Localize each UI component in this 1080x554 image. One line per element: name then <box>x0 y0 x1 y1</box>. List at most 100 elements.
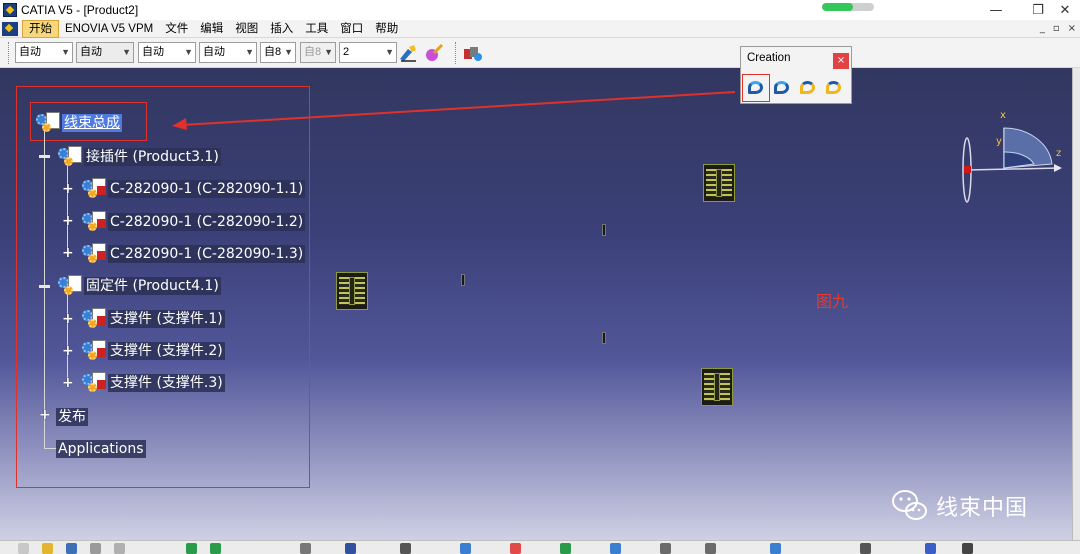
minimize-button[interactable]: — <box>976 0 1016 20</box>
menu-insert[interactable]: 插入 <box>264 20 299 38</box>
annotation-arrow <box>172 91 736 130</box>
right-toolbar-strip <box>1072 68 1080 540</box>
line-type-combo[interactable]: 自动 ▼ <box>199 42 257 63</box>
expand-support-1-icon[interactable] <box>62 314 73 325</box>
tree-node-support-3-label[interactable]: 支撑件 (支撑件.3) <box>108 374 225 392</box>
tree-node-connector-3[interactable]: C-282090-1 (C-282090-1.3) <box>82 243 306 265</box>
connector-part-2[interactable] <box>703 164 735 202</box>
bottom-toolbar <box>0 540 1080 554</box>
menu-enovia[interactable]: ENOVIA V5 VPM <box>59 20 159 38</box>
support-part-3[interactable] <box>602 332 606 344</box>
tree-node-root[interactable]: 线束总成 <box>36 112 122 134</box>
support-part-2[interactable] <box>602 224 606 236</box>
tree-node-applications-label[interactable]: Applications <box>56 440 146 458</box>
support-icon[interactable] <box>823 77 845 99</box>
expand-connector-2-icon[interactable] <box>62 216 73 227</box>
layer-combo[interactable]: 2 ▼ <box>339 42 397 63</box>
doc-close-button[interactable]: × <box>1068 20 1076 38</box>
collapse-connectors-icon[interactable] <box>39 151 50 162</box>
graphic-properties-icon[interactable] <box>424 43 444 63</box>
support-part-1[interactable] <box>461 274 465 286</box>
tree-node-support-1-label[interactable]: 支撑件 (支撑件.1) <box>108 310 225 328</box>
tree-node-support-2-label[interactable]: 支撑件 (支撑件.2) <box>108 342 225 360</box>
zoom-in-icon[interactable] <box>510 543 521 554</box>
cut-icon[interactable] <box>114 543 125 554</box>
line-thickness-combo[interactable]: 自动 ▼ <box>138 42 196 63</box>
fly-mode-icon[interactable] <box>300 543 311 554</box>
apply-material-icon[interactable] <box>462 43 482 63</box>
redo-icon[interactable] <box>210 543 221 554</box>
tree-node-support-1[interactable]: 支撑件 (支撑件.1) <box>82 308 225 330</box>
new-icon[interactable] <box>18 543 29 554</box>
tree-node-fixtures[interactable]: 固定件 (Product4.1) <box>58 275 221 297</box>
tree-node-connector-1-label[interactable]: C-282090-1 (C-282090-1.1) <box>108 180 306 198</box>
connector-part-1[interactable] <box>336 272 368 310</box>
expand-support-2-icon[interactable] <box>62 346 73 357</box>
multi-branchable-icon[interactable] <box>797 77 819 99</box>
analysis-icon[interactable] <box>962 543 973 554</box>
menu-window[interactable]: 窗口 <box>334 20 369 38</box>
toolbar-grip-2[interactable] <box>455 42 458 64</box>
compass-widget[interactable]: x y z <box>960 98 1072 208</box>
undo-icon[interactable] <box>186 543 197 554</box>
rotate-icon[interactable] <box>460 543 471 554</box>
expand-support-3-icon[interactable] <box>62 378 73 389</box>
tree-node-connector-1[interactable]: C-282090-1 (C-282090-1.1) <box>82 178 306 200</box>
watermark-text: 线束中国 <box>936 496 1029 521</box>
menu-file[interactable]: 文件 <box>159 20 194 38</box>
tree-node-connector-2[interactable]: C-282090-1 (C-282090-1.2) <box>82 211 306 233</box>
part-icon <box>82 340 106 362</box>
save-icon[interactable] <box>66 543 77 554</box>
3d-viewport[interactable]: 线束总成 接插件 (Product3.1) C-282090-1 (C-2820… <box>0 68 1072 540</box>
fit-all-icon[interactable] <box>345 543 356 554</box>
hide-show-icon[interactable] <box>770 543 781 554</box>
print-icon[interactable] <box>90 543 101 554</box>
tree-node-connectors-label[interactable]: 接插件 (Product3.1) <box>84 148 221 166</box>
measure-icon[interactable] <box>925 543 936 554</box>
tree-node-support-3[interactable]: 支撑件 (支撑件.3) <box>82 372 225 394</box>
menu-help[interactable]: 帮助 <box>369 20 404 38</box>
tree-node-root-label[interactable]: 线束总成 <box>62 114 122 132</box>
views-icon[interactable] <box>660 543 671 554</box>
tree-node-connectors[interactable]: 接插件 (Product3.1) <box>58 146 221 168</box>
tree-node-applications[interactable]: Applications <box>56 438 146 460</box>
doc-minimize-button[interactable]: _ <box>1040 20 1045 38</box>
tree-node-connector-3-label[interactable]: C-282090-1 (C-282090-1.3) <box>108 245 306 263</box>
rendering-style-combo[interactable]: 自8 ▼ <box>300 42 336 63</box>
menu-edit[interactable]: 编辑 <box>194 20 229 38</box>
watermark: 线束中国 <box>890 486 1028 526</box>
render-style-icon[interactable] <box>705 543 716 554</box>
collapse-fixtures-icon[interactable] <box>39 281 50 292</box>
bundle-segment-icon[interactable] <box>742 74 770 102</box>
tree-node-fixtures-label[interactable]: 固定件 (Product4.1) <box>84 277 221 295</box>
part-icon <box>82 211 106 233</box>
color-combo[interactable]: 自动 ▼ <box>15 42 73 63</box>
zoom-out-icon[interactable] <box>560 543 571 554</box>
expand-connector-1-icon[interactable] <box>62 184 73 195</box>
tree-node-publish[interactable]: 发布 <box>56 406 88 428</box>
tree-node-support-2[interactable]: 支撑件 (支撑件.2) <box>82 340 225 362</box>
point-symbol-combo[interactable]: 自8 ▼ <box>260 42 296 63</box>
tree-node-connector-2-label[interactable]: C-282090-1 (C-282090-1.2) <box>108 213 306 231</box>
protective-covering-icon[interactable] <box>771 77 793 99</box>
menu-bar: 开始 ENOVIA V5 VPM 文件 编辑 视图 插入 工具 窗口 帮助 _ … <box>0 19 1080 38</box>
close-button[interactable]: ✕ <box>1045 0 1080 20</box>
menu-start[interactable]: 开始 <box>22 19 59 38</box>
connector-part-3[interactable] <box>701 368 733 406</box>
tree-node-publish-label[interactable]: 发布 <box>56 408 88 426</box>
part-icon <box>82 178 106 200</box>
expand-connector-3-icon[interactable] <box>62 248 73 259</box>
creation-close-button[interactable]: × <box>833 53 849 69</box>
expand-publish-icon[interactable] <box>39 410 50 421</box>
creation-toolbar[interactable]: Creation × <box>740 46 852 104</box>
painter-icon[interactable] <box>398 43 418 63</box>
pan-icon[interactable] <box>400 543 411 554</box>
toolbar-grip[interactable] <box>8 42 11 64</box>
doc-restore-button[interactable]: ▫ <box>1053 20 1060 38</box>
menu-tools[interactable]: 工具 <box>299 20 334 38</box>
normal-view-icon[interactable] <box>610 543 621 554</box>
menu-view[interactable]: 视图 <box>229 20 264 38</box>
transparency-combo[interactable]: 自动 ▼ <box>76 42 134 63</box>
swap-space-icon[interactable] <box>860 543 871 554</box>
open-icon[interactable] <box>42 543 53 554</box>
